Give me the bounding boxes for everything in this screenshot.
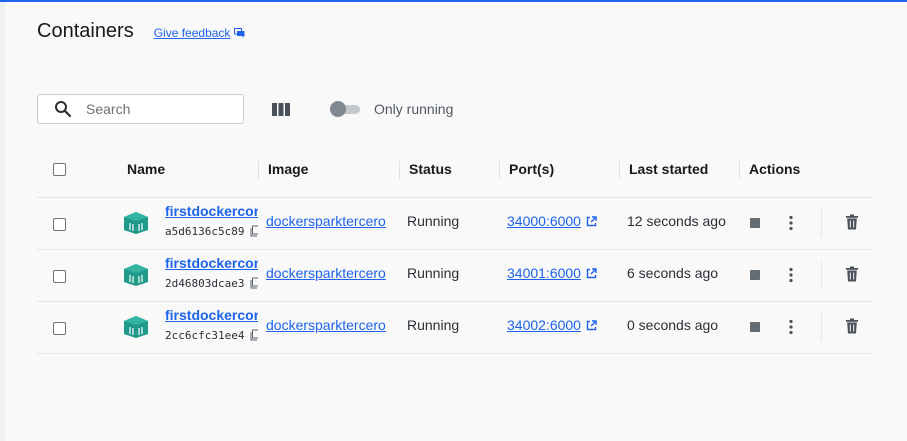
search-icon (55, 101, 72, 118)
page-header: Containers Give feedback (37, 20, 245, 43)
more-vertical-icon[interactable] (781, 317, 801, 337)
columns-icon[interactable] (270, 100, 292, 118)
table-row[interactable]: firstdockercontainer 2d46803dcae3 docker… (37, 250, 874, 302)
container-name-link[interactable]: firstdockercontainer (165, 203, 258, 219)
table-header: Name Image Status Port(s) Last started A… (37, 150, 874, 198)
column-header-name[interactable]: Name (127, 161, 165, 177)
more-vertical-icon[interactable] (781, 265, 801, 285)
select-all-checkbox[interactable] (53, 163, 66, 176)
port-label: 34002:6000 (507, 317, 581, 333)
actions-divider (821, 313, 822, 341)
give-feedback-label: Give feedback (153, 26, 231, 40)
column-separator (619, 161, 620, 179)
actions-divider (821, 261, 822, 289)
actions-divider (821, 209, 822, 237)
row-checkbox[interactable] (53, 322, 66, 335)
column-header-last-started[interactable]: Last started (629, 161, 708, 177)
image-link[interactable]: dockersparktercero (266, 213, 393, 229)
search-box[interactable] (37, 94, 244, 124)
search-input[interactable] (84, 100, 228, 118)
row-checkbox[interactable] (53, 270, 66, 283)
top-accent-line (0, 0, 907, 2)
port-link[interactable]: 34000:6000 (507, 213, 597, 229)
stop-icon[interactable] (750, 322, 760, 332)
column-header-actions: Actions (749, 161, 801, 177)
container-icon (124, 212, 148, 234)
column-separator (499, 161, 500, 179)
trash-icon[interactable] (843, 265, 861, 283)
container-id: a5d6136c5c89 (165, 225, 245, 238)
port-link[interactable]: 34002:6000 (507, 317, 597, 333)
copy-icon[interactable] (250, 277, 258, 289)
column-header-image[interactable]: Image (268, 161, 308, 177)
toggle-knob (330, 101, 346, 117)
last-started-text: 0 seconds ago (627, 317, 719, 333)
row-checkbox[interactable] (53, 218, 66, 231)
page-title: Containers (37, 20, 134, 42)
copy-icon[interactable] (250, 329, 258, 341)
status-text: Running (407, 317, 460, 333)
status-text: Running (407, 213, 460, 229)
column-separator (399, 161, 400, 179)
image-link[interactable]: dockersparktercero (266, 317, 393, 333)
port-link[interactable]: 34001:6000 (507, 265, 597, 281)
container-icon (124, 264, 148, 286)
container-name-link[interactable]: firstdockercontainer (165, 307, 258, 323)
only-running-toggle[interactable] (330, 101, 360, 117)
only-running-label: Only running (374, 101, 454, 117)
external-link-icon (586, 267, 597, 278)
copy-icon[interactable] (250, 225, 258, 237)
container-id: 2d46803dcae3 (165, 277, 245, 290)
external-link-icon (586, 319, 597, 330)
column-header-status[interactable]: Status (409, 161, 452, 177)
feedback-icon (234, 28, 245, 38)
last-started-text: 6 seconds ago (627, 265, 719, 281)
more-vertical-icon[interactable] (781, 213, 801, 233)
last-started-text: 12 seconds ago (627, 213, 726, 229)
trash-icon[interactable] (843, 317, 861, 335)
table-row[interactable]: firstdockercontainer 2cc6cfc31ee4 docker… (37, 302, 874, 354)
trash-icon[interactable] (843, 213, 861, 231)
containers-table: Name Image Status Port(s) Last started A… (37, 150, 874, 354)
stop-icon[interactable] (750, 218, 760, 228)
give-feedback-link[interactable]: Give feedback (154, 26, 246, 40)
left-sidebar-edge (0, 2, 5, 441)
external-link-icon (586, 215, 597, 226)
port-label: 34001:6000 (507, 265, 581, 281)
column-separator (258, 161, 259, 179)
port-label: 34000:6000 (507, 213, 581, 229)
column-header-ports[interactable]: Port(s) (509, 161, 554, 177)
table-row[interactable]: firstdockercontainer a5d6136c5c89 docker… (37, 198, 874, 250)
container-name-link[interactable]: firstdockercontainer (165, 255, 258, 271)
container-id: 2cc6cfc31ee4 (165, 329, 245, 342)
status-text: Running (407, 265, 460, 281)
container-icon (124, 316, 148, 338)
stop-icon[interactable] (750, 270, 760, 280)
image-link[interactable]: dockersparktercero (266, 265, 393, 281)
column-separator (739, 161, 740, 179)
